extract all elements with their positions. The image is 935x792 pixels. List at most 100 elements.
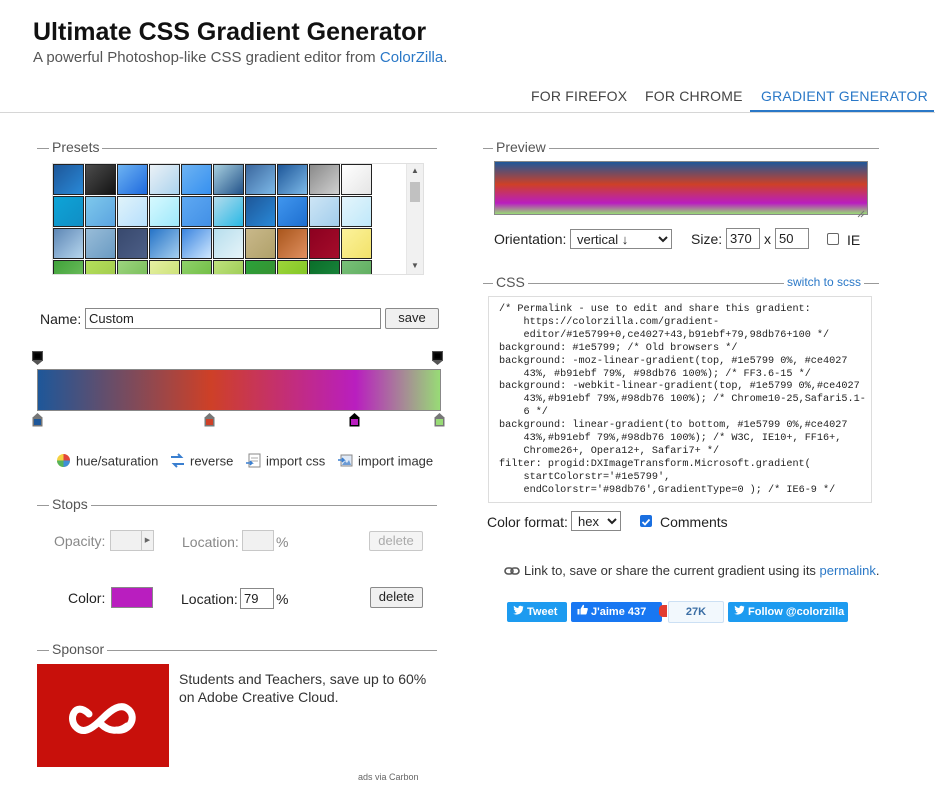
color-format-label: Color format: [487, 514, 568, 530]
css-output-box[interactable]: /* Permalink - use to edit and share thi… [488, 296, 872, 503]
preset-swatch[interactable] [117, 164, 148, 195]
preset-swatch[interactable] [341, 260, 372, 274]
reverse-label: reverse [190, 453, 234, 469]
preset-swatch[interactable] [341, 196, 372, 227]
scroll-down-icon[interactable]: ▼ [407, 261, 423, 271]
preset-swatch[interactable] [213, 260, 244, 274]
preset-swatch[interactable] [53, 260, 84, 274]
reverse-tool[interactable]: reverse [170, 453, 233, 471]
adobe-cc-logo [69, 703, 136, 734]
opacity-stop-start[interactable] [32, 351, 43, 365]
gradient-bar[interactable] [37, 369, 441, 411]
preset-swatch[interactable] [245, 196, 276, 227]
gradient-preview[interactable] [494, 161, 868, 218]
tweet-label: Tweet [527, 606, 558, 618]
preset-swatch[interactable] [53, 164, 84, 195]
preset-swatch[interactable] [341, 164, 372, 195]
name-input[interactable] [85, 308, 381, 329]
opacity-delete-button[interactable]: delete [369, 531, 423, 551]
preset-swatch[interactable] [245, 164, 276, 195]
preset-swatch[interactable] [181, 228, 212, 259]
hue-saturation-label: hue/saturation [76, 453, 159, 469]
preset-swatch[interactable] [117, 228, 148, 259]
tab-gradient-generator[interactable]: GRADIENT GENERATOR [761, 88, 928, 104]
preset-swatch[interactable] [85, 196, 116, 227]
color-delete-button[interactable]: delete [370, 587, 423, 608]
switch-to-scss-link[interactable]: switch to scss [784, 275, 865, 289]
hue-saturation-icon [56, 453, 71, 471]
orientation-select[interactable]: vertical ↓ [570, 229, 672, 249]
preset-swatch[interactable] [245, 228, 276, 259]
preset-swatch[interactable] [85, 260, 116, 274]
color-stop-marker[interactable] [349, 413, 360, 427]
ads-via-carbon[interactable]: ads via Carbon [358, 772, 419, 782]
preset-swatch[interactable] [117, 196, 148, 227]
color-label: Color: [68, 590, 106, 606]
color-stop-marker[interactable] [32, 413, 43, 427]
facebook-like-button[interactable]: J'aime 437 [571, 602, 662, 622]
preview-width-input[interactable] [726, 228, 760, 249]
save-button[interactable]: save [385, 308, 439, 329]
color-location-label: Location: [181, 591, 238, 607]
preset-swatch[interactable] [213, 196, 244, 227]
stop-color-swatch[interactable] [111, 587, 153, 608]
preview-height-input[interactable] [775, 228, 809, 249]
css-code[interactable]: /* Permalink - use to edit and share thi… [499, 304, 867, 498]
twitter-bird-icon [734, 602, 745, 622]
preset-swatch[interactable] [181, 196, 212, 227]
opacity-spinner-icon[interactable]: ▶ [141, 531, 153, 550]
color-location-input[interactable] [240, 588, 274, 609]
preset-swatch[interactable] [277, 228, 308, 259]
opacity-stop-end[interactable] [432, 351, 443, 365]
preset-swatch[interactable] [213, 164, 244, 195]
comments-checkbox[interactable] [640, 515, 652, 527]
hue-saturation-tool[interactable]: hue/saturation [56, 453, 158, 471]
preset-swatch[interactable] [149, 228, 180, 259]
tab-for-firefox[interactable]: FOR FIREFOX [531, 88, 627, 104]
preset-swatch[interactable] [149, 196, 180, 227]
preset-swatch[interactable] [53, 196, 84, 227]
top-nav: FOR FIREFOX FOR CHROME GRADIENT GENERATO… [0, 84, 935, 113]
ie-checkbox[interactable] [827, 233, 839, 245]
follow-button[interactable]: Follow @colorzilla [728, 602, 848, 622]
resize-handle-icon[interactable] [857, 205, 865, 218]
preset-swatch[interactable] [149, 164, 180, 195]
preset-swatch[interactable] [85, 164, 116, 195]
import-image-tool[interactable]: import image [338, 453, 433, 471]
subtitle-text: A powerful Photoshop-like CSS gradient e… [33, 49, 380, 66]
sponsor-text-line2[interactable]: on Adobe Creative Cloud. [179, 689, 339, 705]
preset-swatch[interactable] [309, 228, 340, 259]
opacity-stop-marker-icon [432, 351, 443, 365]
preset-swatch[interactable] [277, 260, 308, 274]
opacity-location-input[interactable] [242, 530, 274, 551]
sponsor-section-header: Sponsor [37, 641, 437, 657]
sponsor-text-line1[interactable]: Students and Teachers, save up to 60% [179, 671, 426, 687]
presets-scrollbar[interactable]: ▲ ▼ [406, 164, 423, 274]
preset-swatch[interactable] [277, 196, 308, 227]
scroll-up-icon[interactable]: ▲ [407, 166, 423, 176]
preset-swatch[interactable] [85, 228, 116, 259]
preset-swatch[interactable] [181, 260, 212, 274]
color-format-select[interactable]: hex [571, 511, 621, 531]
tab-for-chrome[interactable]: FOR CHROME [645, 88, 743, 104]
preset-swatch[interactable] [277, 164, 308, 195]
preset-swatch[interactable] [117, 260, 148, 274]
import-css-tool[interactable]: import css [246, 453, 325, 471]
preset-swatch[interactable] [309, 164, 340, 195]
preset-swatch[interactable] [309, 196, 340, 227]
preset-swatch[interactable] [181, 164, 212, 195]
preset-swatch[interactable] [149, 260, 180, 274]
preset-swatch[interactable] [341, 228, 372, 259]
preset-swatch[interactable] [245, 260, 276, 274]
preset-swatch[interactable] [53, 228, 84, 259]
preset-swatch[interactable] [309, 260, 340, 274]
sponsor-ad-image[interactable] [37, 664, 169, 767]
tweet-button[interactable]: Tweet [507, 602, 567, 622]
permalink-link[interactable]: permalink [820, 563, 876, 578]
preset-swatch[interactable] [213, 228, 244, 259]
opacity-field[interactable]: ▶ [110, 530, 154, 551]
scroll-thumb[interactable] [410, 182, 420, 202]
color-stop-marker[interactable] [434, 413, 445, 427]
color-stop-marker[interactable] [204, 413, 215, 427]
colorzilla-link[interactable]: ColorZilla [380, 49, 443, 66]
